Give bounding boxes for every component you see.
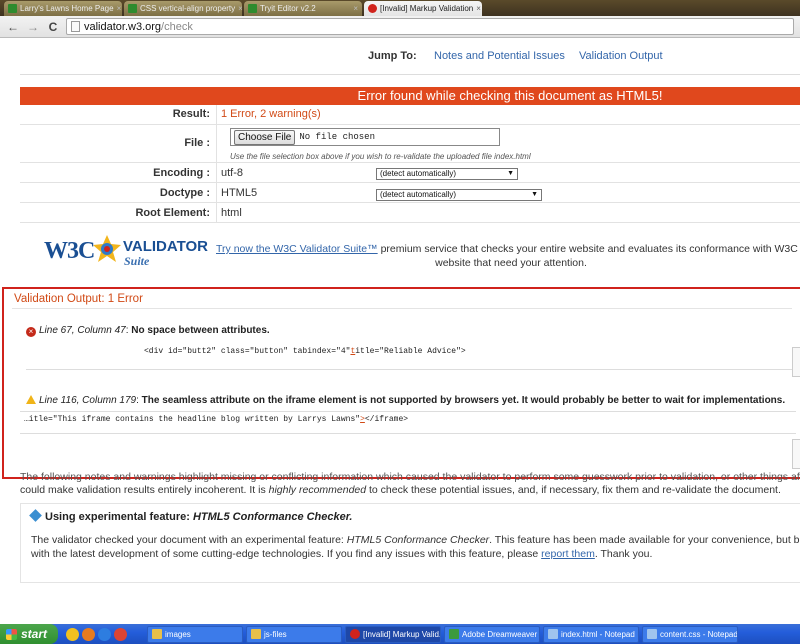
close-tab-icon[interactable]: × <box>117 4 122 13</box>
firefox-icon[interactable] <box>82 627 95 641</box>
folder-icon <box>251 629 261 639</box>
ie-icon[interactable] <box>98 627 111 641</box>
favicon-icon <box>248 4 257 13</box>
scroll-tab[interactable] <box>792 347 800 377</box>
taskbar-item-images[interactable]: images <box>147 625 243 643</box>
divider <box>20 74 800 75</box>
message-location: Line 67, Column 47 <box>39 325 126 336</box>
root-element-value: html <box>221 207 242 219</box>
message-text: The seamless attribute on the iframe ele… <box>141 395 786 406</box>
favicon-icon <box>8 4 17 13</box>
forward-icon[interactable]: → <box>26 20 40 34</box>
chrome-icon <box>350 629 360 639</box>
tab-label: CSS vertical-align property <box>140 4 236 13</box>
validation-output-link[interactable]: Validation Output <box>579 50 663 62</box>
jump-to-nav: Jump To: Notes and Potential Issues Vali… <box>0 50 800 64</box>
url-path: /check <box>161 20 193 33</box>
root-element-row: Root Element: html <box>20 203 800 223</box>
notes-line: could make validation results entirely i… <box>20 484 781 496</box>
tab-tryit-editor[interactable]: Tryit Editor v2.2 × <box>244 1 362 16</box>
notes-link[interactable]: Notes and Potential Issues <box>434 50 565 62</box>
w3c-logo-text: W3C <box>44 238 95 264</box>
error-code-extract: <div id="butt2" class="button" tabindex=… <box>144 347 466 356</box>
taskbar-item-dreamweaver[interactable]: Adobe Dreamweaver ... <box>444 625 540 643</box>
validator-star-icon <box>93 235 121 262</box>
jump-to-label: Jump To: <box>368 50 417 62</box>
root-element-label: Root Element: <box>135 207 210 219</box>
error-message: × Line 67, Column 47: No space between at… <box>26 325 270 337</box>
doctype-select[interactable]: (detect automatically) ▼ <box>376 189 542 201</box>
back-icon[interactable]: ← <box>6 20 20 34</box>
file-label: File : <box>184 137 210 149</box>
validator-logo-text: VALIDATOR <box>123 238 208 255</box>
dropdown-arrow-icon: ▼ <box>531 191 538 198</box>
no-file-text: No file chosen <box>299 132 375 142</box>
choose-file-button[interactable]: Choose File <box>234 129 296 145</box>
dreamweaver-icon <box>449 629 459 639</box>
encoding-value: utf-8 <box>221 167 244 179</box>
close-tab-icon[interactable]: × <box>238 4 242 13</box>
browser-toolbar: ← → C validator.w3.org /check <box>0 16 800 38</box>
result-label: Result: <box>172 108 210 120</box>
tab-markup-validation[interactable]: [Invalid] Markup Validation × <box>364 1 482 16</box>
result-row: Result: 1 Error, 2 warning(s) <box>20 105 800 125</box>
taskbar-item-content-notepad[interactable]: content.css - Notepad <box>642 625 738 643</box>
close-tab-icon[interactable]: × <box>353 4 358 13</box>
doctype-value: HTML5 <box>221 187 258 199</box>
close-tab-icon[interactable]: × <box>476 4 481 13</box>
tab-css-vertical-align[interactable]: CSS vertical-align property × <box>124 1 242 16</box>
notes-paragraph: The following notes and warnings highlig… <box>20 471 800 497</box>
url-host: validator.w3.org <box>84 20 162 33</box>
tab-larrys-lawns[interactable]: Larry's Lawns Home Page × <box>4 1 122 16</box>
error-icon: × <box>26 327 36 337</box>
browser-tab-strip: Larry's Lawns Home Page × CSS vertical-a… <box>0 0 800 16</box>
tab-label: Tryit Editor v2.2 <box>260 4 316 13</box>
folder-icon <box>152 629 162 639</box>
reload-icon[interactable]: C <box>46 20 60 34</box>
page-content: Jump To: Notes and Potential Issues Vali… <box>0 38 800 620</box>
encoding-select[interactable]: (detect automatically) ▼ <box>376 168 518 180</box>
validation-output-panel: Validation Output: 1 Error × Line 67, Col… <box>2 287 800 479</box>
page-icon <box>71 21 80 32</box>
quick-launch <box>66 627 144 641</box>
warning-code-extract: …itle="This iframe contains the headline… <box>24 415 409 424</box>
doctype-label: Doctype : <box>159 187 210 199</box>
report-them-link[interactable]: report them <box>541 548 595 560</box>
experimental-feature-box: Using experimental feature: HTML5 Confor… <box>20 503 800 583</box>
windows-taskbar: start images js-files [Invalid] Markup V… <box>0 624 800 644</box>
file-hint: Use the file selection box above if you … <box>230 152 531 161</box>
start-button[interactable]: start <box>0 624 58 644</box>
encoding-label: Encoding : <box>153 167 210 179</box>
file-input[interactable]: Choose File No file chosen <box>230 128 500 146</box>
scroll-tab[interactable] <box>792 439 800 469</box>
taskbar-item-markup-validation[interactable]: [Invalid] Markup Valid... <box>345 625 441 643</box>
dropdown-arrow-icon: ▼ <box>507 170 514 177</box>
error-banner: Error found while checking this document… <box>20 87 800 105</box>
address-bar[interactable]: validator.w3.org /check <box>66 18 794 35</box>
notepad-icon <box>647 629 657 639</box>
taskbar-item-index-notepad[interactable]: index.html - Notepad <box>543 625 639 643</box>
result-value: 1 Error, 2 warning(s) <box>221 108 321 120</box>
experimental-feature-text: The validator checked your document with… <box>31 534 800 560</box>
message-text: No space between attributes. <box>131 325 270 336</box>
validator-suite-link[interactable]: Try now the W3C Validator Suite™ <box>216 243 378 255</box>
windows-logo-icon <box>6 628 17 640</box>
tab-label: [Invalid] Markup Validation <box>380 4 474 13</box>
taskbar-item-js-files[interactable]: js-files <box>246 625 342 643</box>
validation-output-title: Validation Output: 1 Error <box>14 293 143 305</box>
media-player-icon[interactable] <box>114 627 127 641</box>
info-diamond-icon <box>29 509 42 522</box>
notepad-icon <box>548 629 558 639</box>
message-location: Line 116, Column 179 <box>39 395 137 406</box>
warning-icon <box>26 395 36 404</box>
favicon-icon <box>368 4 377 13</box>
chrome-icon[interactable] <box>66 627 79 641</box>
experimental-feature-title: Using experimental feature: HTML5 Confor… <box>29 509 352 523</box>
warning-message: Line 116, Column 179: The seamless attri… <box>26 395 785 406</box>
suite-logo-text: Suite <box>124 254 150 268</box>
favicon-icon <box>128 4 137 13</box>
validator-suite-promo: Try now the W3C Validator Suite™ premium… <box>216 243 800 269</box>
notes-line: The following notes and warnings highlig… <box>20 471 800 483</box>
tab-label: Larry's Lawns Home Page <box>20 4 114 13</box>
